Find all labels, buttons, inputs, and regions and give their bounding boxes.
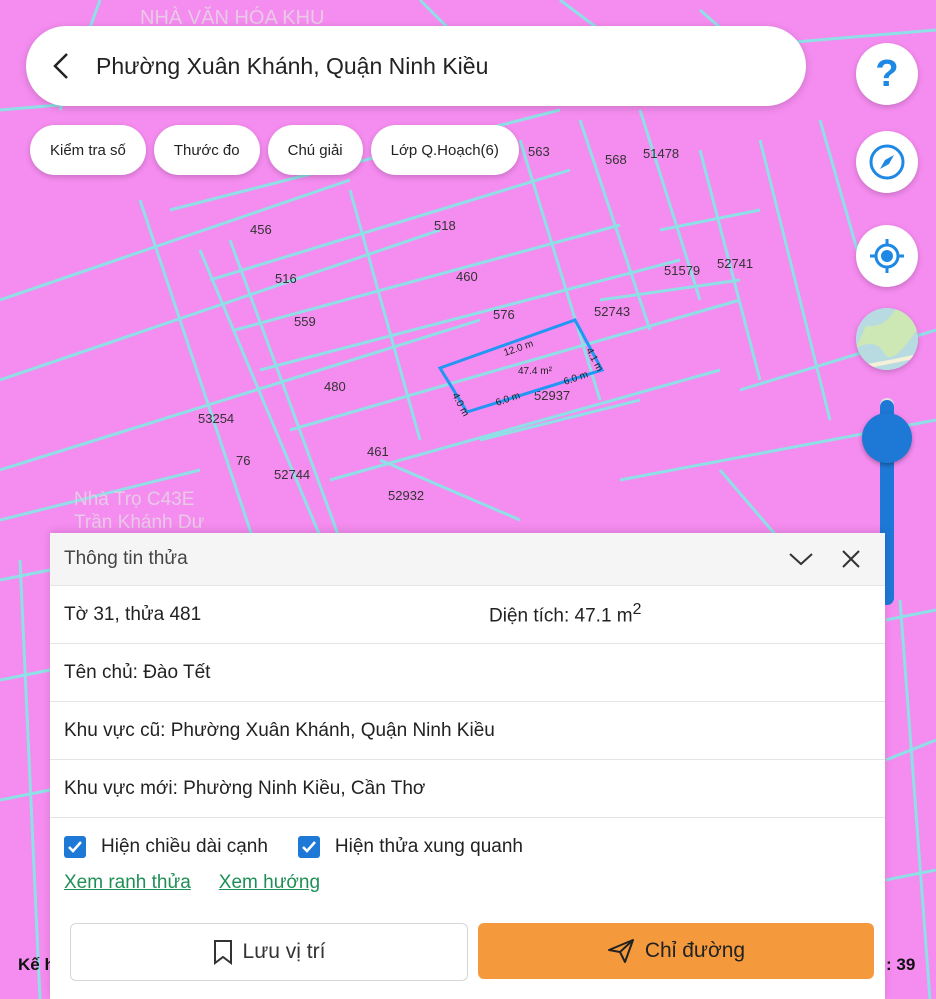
view-boundary-link[interactable]: Xem ranh thửa (64, 872, 191, 894)
show-edge-length-option: Hiện chiều dài cạnh (64, 836, 268, 858)
old-area: Khu vực cũ: Phường Xuân Khánh, Quận Ninh… (64, 719, 495, 741)
owner-row: Tên chủ: Đào Tết (50, 644, 885, 702)
parcel-area-label: 47.4 m² (518, 366, 553, 377)
save-location-label: Lưu vị trí (242, 940, 326, 963)
navigation-icon (607, 939, 634, 963)
help-button[interactable]: ? (856, 43, 918, 105)
action-buttons: Lưu vị trí Chỉ đường (70, 923, 874, 981)
compass-icon (869, 144, 905, 180)
map-label: 51478 (643, 146, 679, 161)
show-edge-length-label: Hiện chiều dài cạnh (101, 836, 268, 857)
map-label: 516 (275, 271, 297, 286)
map-label: 52932 (388, 488, 424, 503)
legend-chip[interactable]: Chú giải (267, 125, 363, 175)
map-label: 53254 (198, 411, 234, 426)
map-label: 52741 (717, 256, 753, 271)
check-number-chip[interactable]: Kiểm tra số (30, 125, 146, 175)
map-label: 568 (605, 152, 627, 167)
poi-label: Nhà Trọ C43E (74, 489, 194, 510)
poi-label: Trần Khánh Dư (74, 512, 205, 533)
collapse-button[interactable] (781, 539, 821, 579)
map-label: 52744 (274, 467, 310, 482)
locate-icon (870, 239, 904, 273)
help-icon: ? (875, 52, 899, 95)
check-icon (68, 841, 82, 853)
show-neighbors-label: Hiện thửa xung quanh (334, 836, 523, 857)
map-label: 456 (250, 222, 272, 237)
map-label: 559 (294, 314, 316, 329)
check-icon (302, 841, 316, 853)
map-label: 576 (493, 307, 515, 322)
options-checkboxes: Hiện chiều dài cạnh Hiện thửa xung quanh (50, 818, 885, 858)
map-label: 461 (367, 444, 389, 459)
links-row: Xem ranh thửa Xem hướng (50, 858, 885, 894)
directions-button[interactable]: Chỉ đường (478, 923, 874, 979)
close-icon (842, 550, 860, 568)
tool-chips: Kiểm tra số Thước đo Chú giải Lớp Q.Hoạc… (30, 125, 519, 175)
sheet-title: Thông tin thửa (64, 548, 188, 569)
map-label: 76 (236, 453, 250, 468)
show-neighbors-checkbox[interactable] (297, 836, 320, 858)
locate-button[interactable] (856, 225, 918, 287)
map-label: 480 (324, 379, 346, 394)
page-title: Phường Xuân Khánh, Quận Ninh Kiều (96, 52, 489, 79)
area-value: Diện tích: 47.1 m2 (489, 601, 642, 627)
back-arrow-icon (53, 53, 68, 79)
map-label: 563 (528, 144, 550, 159)
back-button[interactable] (26, 26, 96, 106)
new-area: Khu vực mới: Phường Ninh Kiều, Cần Thơ (64, 777, 426, 799)
layer-button[interactable] (856, 308, 918, 370)
close-button[interactable] (831, 539, 871, 579)
map-label: 518 (434, 218, 456, 233)
planning-layer-chip[interactable]: Lớp Q.Hoạch(6) (370, 125, 519, 175)
save-location-button[interactable]: Lưu vị trí (70, 923, 468, 981)
search-header: Phường Xuân Khánh, Quận Ninh Kiều (26, 26, 806, 106)
parcel-id-row: Tờ 31, thửa 481 Diện tích: 47.1 m2 (50, 586, 885, 644)
sheet-header: Thông tin thửa (50, 533, 885, 586)
scale-label-right: : 39 (886, 955, 916, 974)
show-neighbors-option: Hiện thửa xung quanh (297, 836, 523, 858)
show-edge-length-checkbox[interactable] (64, 836, 86, 858)
new-area-row: Khu vực mới: Phường Ninh Kiều, Cần Thơ (50, 760, 885, 818)
owner-name: Tên chủ: Đào Tết (64, 661, 211, 683)
map-label: 52743 (594, 304, 630, 319)
chevron-down-icon (789, 553, 813, 566)
ruler-chip[interactable]: Thước đo (153, 125, 260, 175)
bookmark-icon (213, 940, 232, 965)
map-label: 51579 (664, 263, 700, 278)
parcel-info-sheet: Thông tin thửa Tờ 31, thửa 481 Diện tích… (50, 533, 885, 999)
sheet-parcel-number: Tờ 31, thửa 481 (64, 603, 202, 625)
map-label: 460 (456, 269, 478, 284)
opacity-slider-thumb[interactable] (862, 413, 912, 463)
old-area-row: Khu vực cũ: Phường Xuân Khánh, Quận Ninh… (50, 702, 885, 760)
layer-icon (856, 308, 918, 370)
directions-label: Chỉ đường (644, 939, 746, 962)
view-direction-link[interactable]: Xem hướng (219, 872, 320, 894)
compass-button[interactable] (856, 131, 918, 193)
